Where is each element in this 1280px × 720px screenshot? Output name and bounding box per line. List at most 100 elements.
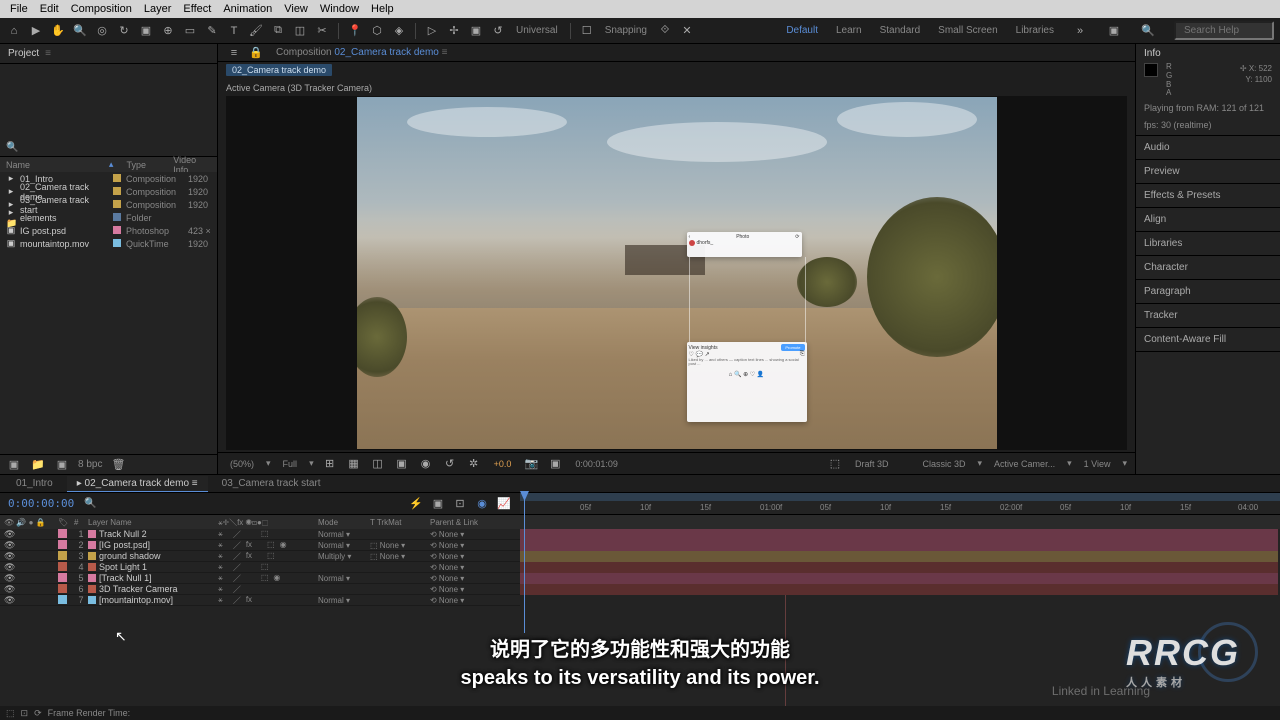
snap-opt2-icon[interactable]: ✕ xyxy=(679,23,695,39)
bit-depth[interactable]: 8 bpc xyxy=(78,459,102,470)
grid-icon[interactable]: ⊞ xyxy=(322,456,338,472)
local-axis-icon[interactable]: ▣ xyxy=(468,23,484,39)
comp-menu-icon[interactable]: ≡ xyxy=(226,45,242,61)
layer-track-bar[interactable] xyxy=(520,551,1278,562)
snapping-label[interactable]: Snapping xyxy=(601,25,651,36)
frame-blend-icon[interactable]: ⊡ xyxy=(452,496,468,512)
layer-list[interactable]: 👁1Track Null 2⚹／⬚Normal ▾⟲ None ▾👁2[IG p… xyxy=(0,529,520,708)
menu-help[interactable]: Help xyxy=(365,3,400,15)
guides-icon[interactable]: ▦ xyxy=(346,456,362,472)
panel-paragraph[interactable]: Paragraph xyxy=(1136,280,1280,304)
channel-icon[interactable]: ◉ xyxy=(418,456,434,472)
time-ruler[interactable]: 05f 10f 15f 01:00f 05f 10f 15f 02:00f 05… xyxy=(520,493,1280,514)
timeline-search[interactable]: 🔍 xyxy=(84,498,96,509)
workspace-small-screen[interactable]: Small Screen xyxy=(938,25,997,36)
timeline-tab[interactable]: 03_Camera track start xyxy=(212,476,331,491)
layer-track-bar[interactable] xyxy=(520,529,1278,540)
rotate-tool-icon[interactable]: ↻ xyxy=(116,23,132,39)
status-icon[interactable]: ⬚ xyxy=(6,708,15,719)
project-tab[interactable]: Project≡ xyxy=(0,44,217,64)
timeline-tab[interactable]: ▸ 02_Camera track demo ≡ xyxy=(67,476,208,492)
col-name[interactable]: Name xyxy=(6,160,109,170)
shape-tool-icon[interactable]: ▭ xyxy=(182,23,198,39)
search-help-input[interactable] xyxy=(1174,21,1274,40)
graph-editor-icon[interactable]: 📈 xyxy=(496,496,512,512)
roto-tool-icon[interactable]: ✂ xyxy=(314,23,330,39)
snap-toggle-icon[interactable]: ☐ xyxy=(579,23,595,39)
project-item[interactable]: ▣ IG post.psd Photoshop 423 × xyxy=(0,224,217,237)
comp-lock-icon[interactable]: 🔒 xyxy=(248,45,264,61)
project-item[interactable]: ▣ mountaintop.mov QuickTime 1920 xyxy=(0,237,217,250)
draft3d-toggle[interactable]: Draft 3D xyxy=(851,459,893,469)
menu-composition[interactable]: Composition xyxy=(65,3,138,15)
mask-icon[interactable]: ◫ xyxy=(370,456,386,472)
panel-content-aware-fill[interactable]: Content-Aware Fill xyxy=(1136,328,1280,352)
renderer-dropdown[interactable]: Classic 3D xyxy=(919,459,970,469)
workspace-default[interactable]: Default xyxy=(786,25,818,36)
layer-track-bar[interactable] xyxy=(520,573,1278,584)
menu-edit[interactable]: Edit xyxy=(34,3,65,15)
project-item[interactable]: ▸ 03_Camera track start Composition 1920 xyxy=(0,198,217,211)
workspace-standard[interactable]: Standard xyxy=(880,25,921,36)
exposure-icon[interactable]: ✲ xyxy=(466,456,482,472)
workspace-learn[interactable]: Learn xyxy=(836,25,862,36)
home-icon[interactable]: ⌂ xyxy=(6,23,22,39)
resolution-dropdown[interactable]: Full xyxy=(279,459,302,469)
layer-row[interactable]: 👁4Spot Light 1⚹／⬚⟲ None ▾ xyxy=(0,562,520,573)
panel-character[interactable]: Character xyxy=(1136,256,1280,280)
brush-tool-icon[interactable]: 🖌 xyxy=(248,23,264,39)
layer-row[interactable]: 👁63D Tracker Camera⚹／⟲ None ▾ xyxy=(0,584,520,595)
status-icon[interactable]: ⊡ xyxy=(21,708,29,719)
zoom-tool-icon[interactable]: 🔍 xyxy=(72,23,88,39)
trash-icon[interactable]: 🗑 xyxy=(110,457,126,473)
hand-tool-icon[interactable]: ✋ xyxy=(50,23,66,39)
workspace-more-icon[interactable]: » xyxy=(1072,23,1088,39)
status-icon[interactable]: ⟳ xyxy=(34,708,42,719)
motion-blur-icon[interactable]: ◉ xyxy=(474,496,490,512)
type-tool-icon[interactable]: T xyxy=(226,23,242,39)
layer-row[interactable]: 👁3ground shadow⚹／fx⬚Multiply ▾⬚ None ▾⟲ … xyxy=(0,551,520,562)
panel-tracker[interactable]: Tracker xyxy=(1136,304,1280,328)
reset-exp-icon[interactable]: ↺ xyxy=(442,456,458,472)
layer-row[interactable]: 👁1Track Null 2⚹／⬚Normal ▾⟲ None ▾ xyxy=(0,529,520,540)
view-layout-dropdown[interactable]: 1 View xyxy=(1080,459,1115,469)
preview-time[interactable]: 0:00:01:09 xyxy=(571,459,622,469)
search-icon[interactable]: 🔍 xyxy=(1140,23,1156,39)
layer-row[interactable]: 👁5[Track Null 1]⚹／⬚◉Normal ▾⟲ None ▾ xyxy=(0,573,520,584)
panel-align[interactable]: Align xyxy=(1136,208,1280,232)
panel-audio[interactable]: Audio xyxy=(1136,136,1280,160)
snap-opt-icon[interactable]: ⟐ xyxy=(657,23,673,39)
clone-tool-icon[interactable]: ⧉ xyxy=(270,23,286,39)
tool-extra-1-icon[interactable]: ⬡ xyxy=(369,23,385,39)
layer-row[interactable]: 👁2[IG post.psd]⚹／fx⬚◉Normal ▾⬚ None ▾⟲ N… xyxy=(0,540,520,551)
layer-track-bar[interactable] xyxy=(520,584,1278,595)
view-axis-icon[interactable]: ↺ xyxy=(490,23,506,39)
draft3d-icon[interactable]: ⬚ xyxy=(827,456,843,472)
eraser-tool-icon[interactable]: ◫ xyxy=(292,23,308,39)
show-snapshot-icon[interactable]: ▣ xyxy=(547,456,563,472)
pan-behind-tool-icon[interactable]: ⊕ xyxy=(160,23,176,39)
menu-view[interactable]: View xyxy=(278,3,314,15)
panel-libraries[interactable]: Libraries xyxy=(1136,232,1280,256)
shy-icon[interactable]: ⚡ xyxy=(408,496,424,512)
layer-track-bar[interactable] xyxy=(520,562,1278,573)
layer-row[interactable]: 👁7[mountaintop.mov]⚹／fxNormal ▾⟲ None ▾ xyxy=(0,595,520,606)
new-comp-icon[interactable]: ▣ xyxy=(54,457,70,473)
new-folder-icon[interactable]: 📁 xyxy=(30,457,46,473)
layer-track-bar[interactable] xyxy=(520,540,1278,551)
menu-layer[interactable]: Layer xyxy=(138,3,178,15)
draft-icon[interactable]: ▣ xyxy=(430,496,446,512)
interpret-icon[interactable]: ▣ xyxy=(6,457,22,473)
composition-preview[interactable]: ‹Photo⟳ dhorfs_ View insightsPromote ♡ 💬… xyxy=(357,97,997,449)
pen-tool-icon[interactable]: ✎ xyxy=(204,23,220,39)
zoom-dropdown[interactable]: (50%) xyxy=(226,459,258,469)
flowchart-chip[interactable]: 02_Camera track demo xyxy=(226,64,332,76)
col-type[interactable]: Type xyxy=(126,160,173,170)
panel-preview[interactable]: Preview xyxy=(1136,160,1280,184)
menu-animation[interactable]: Animation xyxy=(217,3,278,15)
exposure-value[interactable]: +0.0 xyxy=(490,459,516,469)
camera-tool-icon[interactable]: ▣ xyxy=(138,23,154,39)
orbit-tool-icon[interactable]: ◎ xyxy=(94,23,110,39)
composition-tab[interactable]: Composition 02_Camera track demo ≡ xyxy=(270,45,454,60)
menu-window[interactable]: Window xyxy=(314,3,365,15)
